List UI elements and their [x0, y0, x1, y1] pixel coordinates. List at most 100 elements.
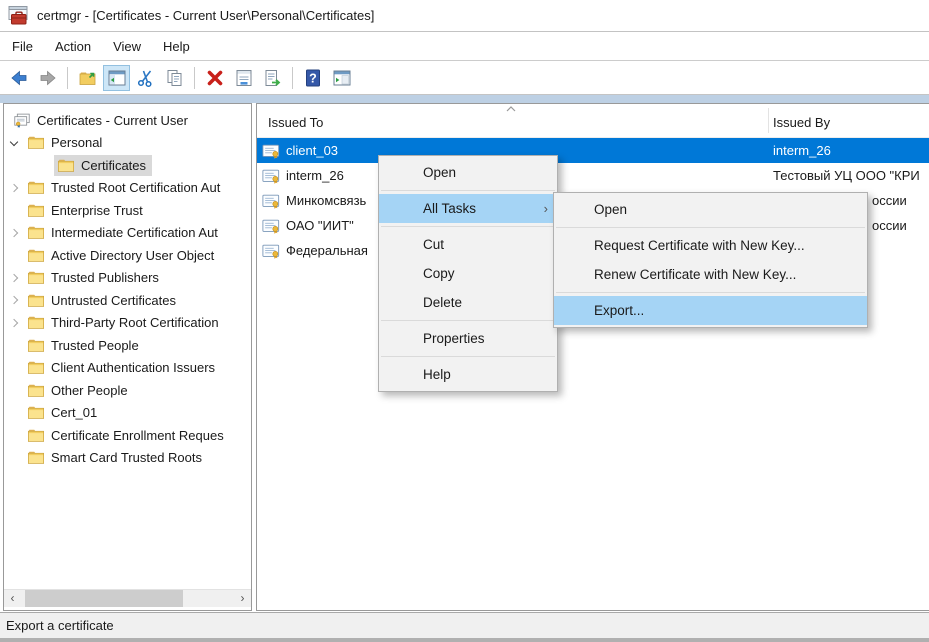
issued-to-value: interm_26	[286, 168, 344, 183]
menu-separator	[556, 292, 865, 293]
back-arrow-icon	[9, 68, 29, 88]
tree-item-cert-01[interactable]: Cert_01	[4, 402, 251, 425]
menu-separator	[381, 190, 555, 191]
delete-button[interactable]	[201, 65, 228, 91]
tree-item-untrusted-certificates[interactable]: Untrusted Certificates	[4, 289, 251, 312]
window-title: certmgr - [Certificates - Current User\P…	[37, 8, 374, 23]
folder-icon	[27, 404, 45, 421]
folder-icon	[27, 224, 45, 241]
toolbar-bottom-strip	[0, 95, 929, 103]
submenu-arrow-icon: ›	[544, 201, 548, 216]
column-header-issued-to[interactable]: Issued To	[268, 115, 323, 130]
menu-item-delete[interactable]: Delete	[379, 288, 557, 317]
tree-item-third-party-root-certification[interactable]: Third-Party Root Certification	[4, 312, 251, 335]
forward-arrow-icon	[38, 68, 58, 88]
menu-view[interactable]: View	[102, 34, 152, 59]
certificate-icon	[262, 142, 280, 160]
tree-item-certificates[interactable]: Certificates	[4, 154, 251, 177]
delete-icon	[205, 68, 225, 88]
certificate-icon	[262, 242, 280, 260]
tree-chevron-right-icon[interactable]	[7, 293, 21, 307]
back-button[interactable]	[5, 65, 32, 91]
list-row-interm-26[interactable]: interm_26Тестовый УЦ ООО "КРИ	[257, 163, 929, 188]
tree-item-active-directory-user-object[interactable]: Active Directory User Object	[4, 244, 251, 267]
folder-icon	[27, 449, 45, 466]
tree-chevron-down-icon[interactable]	[7, 136, 21, 150]
tree-item-trusted-publishers[interactable]: Trusted Publishers	[4, 267, 251, 290]
tree-horizontal-scrollbar[interactable]: ‹ ›	[4, 589, 251, 607]
folder-icon	[27, 337, 45, 354]
status-bar: Export a certificate	[0, 612, 929, 638]
folder-icon	[27, 382, 45, 399]
certificate-icon	[262, 167, 280, 185]
menu-bar: File Action View Help	[0, 32, 929, 61]
menu-item-all-tasks[interactable]: All Tasks›	[379, 194, 557, 223]
tree-item-certificate-enrollment-reques[interactable]: Certificate Enrollment Reques	[4, 424, 251, 447]
tree-item-trusted-people[interactable]: Trusted People	[4, 334, 251, 357]
folder-icon	[27, 202, 45, 219]
folder-icon	[27, 134, 45, 151]
column-header-issued-by[interactable]: Issued By	[773, 115, 830, 130]
menu-action[interactable]: Action	[44, 34, 102, 59]
chevron-placeholder	[37, 158, 51, 172]
tree-item-other-people[interactable]: Other People	[4, 379, 251, 402]
folder-icon	[27, 359, 45, 376]
menu-item-copy[interactable]: Copy	[379, 259, 557, 288]
tree-item-intermediate-certification-aut[interactable]: Intermediate Certification Aut	[4, 222, 251, 245]
list-header: Issued To Issued By	[257, 104, 929, 138]
toolbar-separator	[67, 67, 68, 89]
issued-to-value: Федеральная	[286, 243, 368, 258]
tree-item-smart-card-trusted-roots[interactable]: Smart Card Trusted Roots	[4, 447, 251, 470]
chevron-placeholder	[7, 361, 21, 375]
tree-item-enterprise-trust[interactable]: Enterprise Trust	[4, 199, 251, 222]
toolbar-separator	[194, 67, 195, 89]
tree-item-personal[interactable]: Personal	[4, 132, 251, 155]
chevron-placeholder	[7, 406, 21, 420]
tree-chevron-right-icon[interactable]	[7, 226, 21, 240]
chevron-placeholder	[7, 383, 21, 397]
cut-button[interactable]	[132, 65, 159, 91]
show-console-tree-icon	[107, 68, 127, 88]
menu-item-open[interactable]: Open	[554, 195, 867, 224]
tree-chevron-right-icon[interactable]	[7, 181, 21, 195]
context-menu: Open All Tasks› CutCopyDelete Properties Hel…	[378, 155, 558, 392]
sort-ascending-icon	[506, 106, 516, 112]
menu-item-renew-certificate-with-new-key[interactable]: Renew Certificate with New Key...	[554, 260, 867, 289]
certificate-icon	[262, 192, 280, 210]
folder-icon	[27, 179, 45, 196]
mmc-app-icon	[7, 5, 29, 27]
menu-file[interactable]: File	[1, 34, 44, 59]
scroll-right-icon[interactable]: ›	[234, 590, 251, 607]
menu-item-open[interactable]: Open	[379, 158, 557, 187]
list-row-client-03[interactable]: client_03interm_26	[257, 138, 929, 163]
tree-chevron-right-icon[interactable]	[7, 316, 21, 330]
menu-item-export[interactable]: Export...	[554, 296, 867, 325]
up-one-level-button[interactable]	[74, 65, 101, 91]
menu-item-request-certificate-with-new-key[interactable]: Request Certificate with New Key...	[554, 231, 867, 260]
scrollbar-thumb[interactable]	[25, 590, 183, 607]
scrollbar-track[interactable]	[21, 590, 234, 607]
menu-help[interactable]: Help	[152, 34, 201, 59]
properties-button[interactable]	[230, 65, 257, 91]
menu-item-properties[interactable]: Properties	[379, 324, 557, 353]
show-console-tree-button[interactable]	[103, 65, 130, 91]
scroll-left-icon[interactable]: ‹	[4, 590, 21, 607]
issued-by-value: interm_26	[773, 143, 929, 158]
forward-button[interactable]	[34, 65, 61, 91]
toolbar	[0, 61, 929, 95]
show-action-pane-button[interactable]	[328, 65, 355, 91]
tree-item-client-authentication-issuers[interactable]: Client Authentication Issuers	[4, 357, 251, 380]
copy-button[interactable]	[161, 65, 188, 91]
menu-item-help[interactable]: Help	[379, 360, 557, 389]
tree-item-certificates-current-user[interactable]: Certificates - Current User	[4, 109, 251, 132]
certificate-store-icon	[13, 112, 31, 129]
folder-icon	[27, 427, 45, 444]
tree-chevron-right-icon[interactable]	[7, 271, 21, 285]
tree-item-trusted-root-certification-aut[interactable]: Trusted Root Certification Aut	[4, 177, 251, 200]
menu-item-cut[interactable]: Cut	[379, 230, 557, 259]
column-divider[interactable]	[768, 108, 769, 133]
help-button[interactable]	[299, 65, 326, 91]
tree: Certificates - Current UserPersonalCerti…	[4, 104, 251, 469]
folder-icon	[27, 247, 45, 264]
export-list-button[interactable]	[259, 65, 286, 91]
